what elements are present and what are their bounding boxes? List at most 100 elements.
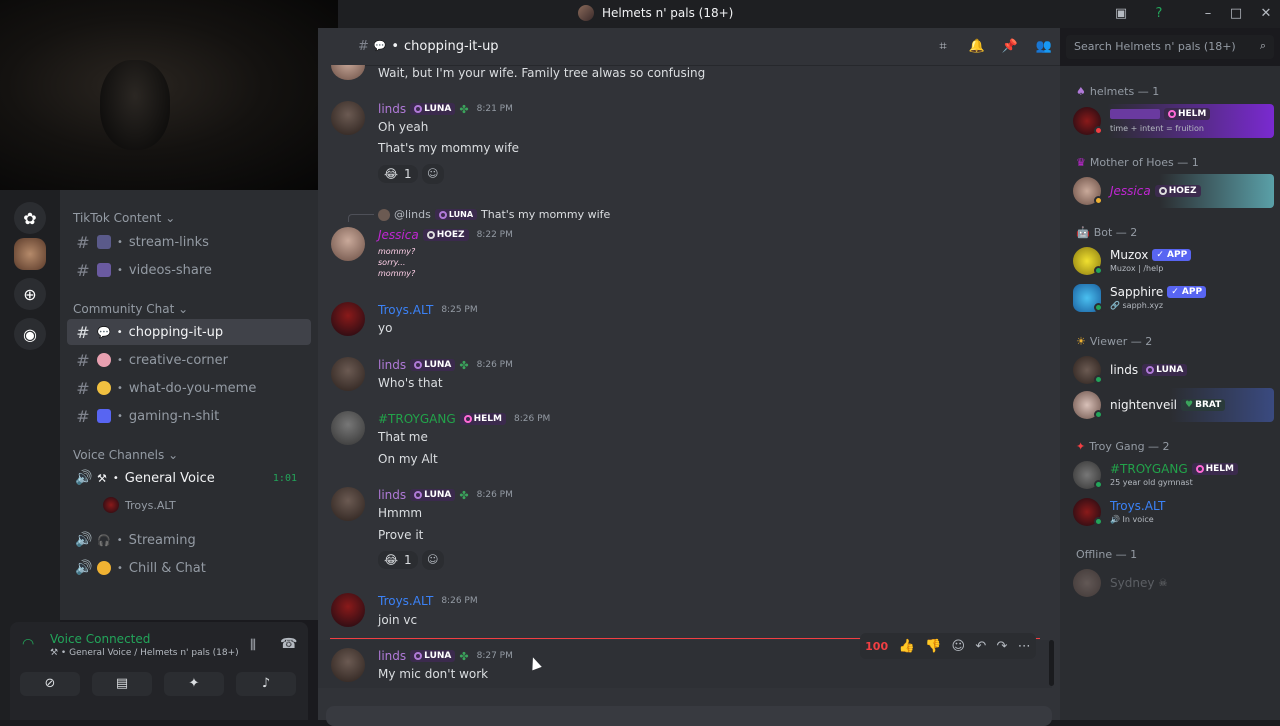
members-icon[interactable]: 👥 <box>1035 39 1053 55</box>
voice-channel-streaming[interactable]: 🔊 🎧 • Streaming <box>67 527 311 553</box>
role-badge: LUNA <box>410 103 456 115</box>
channel-stream-links[interactable]: # • stream-links <box>67 229 311 255</box>
app-badge: ✓ APP <box>1167 286 1207 298</box>
chat-scrollbar[interactable] <box>1049 640 1054 686</box>
role-badge: LUNA <box>410 650 456 662</box>
member-row[interactable]: Jessica HOEZ <box>1066 174 1274 208</box>
author-name[interactable]: linds <box>378 102 406 116</box>
author-name[interactable]: Troys.ALT <box>378 594 433 608</box>
hundred-emoji-icon[interactable]: 100 <box>865 640 888 653</box>
member-row[interactable]: #TROYGANG HELM 25 year old gymnast <box>1066 458 1274 492</box>
bell-icon[interactable]: 🔔 <box>968 39 986 55</box>
message-text: That's my mommy wife <box>378 141 520 155</box>
message-input[interactable] <box>326 706 1052 726</box>
member-status-text: 🔊 In voice <box>1110 515 1154 524</box>
member-row[interactable]: Troys.ALT 🔊 In voice <box>1066 495 1274 529</box>
member-row[interactable]: Sydney ☠ <box>1066 566 1274 600</box>
laughing-emoji-icon: 😂 <box>384 553 399 567</box>
avatar[interactable] <box>331 302 365 336</box>
message-header: #TROYGANG HELM 8:26 PM <box>378 412 550 426</box>
channel-videos-share[interactable]: # • videos-share <box>67 257 311 283</box>
member-row[interactable]: Sapphire ✓ APP 🔗 sapph.xyz <box>1066 281 1274 315</box>
speech-bubble-icon: 💬 <box>373 41 387 52</box>
member-row[interactable]: Muzox ✓ APP Muzox | /help <box>1066 244 1274 278</box>
clover-icon: ✤ <box>459 102 469 116</box>
category-voice[interactable]: Voice Channels ⌄ <box>73 448 178 462</box>
screenshare-button[interactable]: ▤ <box>92 672 152 696</box>
avatar[interactable] <box>331 101 365 135</box>
author-name[interactable]: Jessica <box>378 228 419 242</box>
avatar[interactable] <box>331 227 365 261</box>
avatar[interactable] <box>331 593 365 627</box>
disconnect-icon[interactable]: ☎ <box>280 636 297 652</box>
voice-channel-chill[interactable]: 🔊 • Chill & Chat <box>67 555 311 581</box>
soundboard-button[interactable]: ♪ <box>236 672 296 696</box>
reaction-laugh[interactable]: 😂 1 <box>378 165 418 183</box>
category-community[interactable]: Community Chat ⌄ <box>73 302 188 316</box>
sun-icon: ☀ <box>1076 335 1086 348</box>
add-reaction-icon[interactable]: ☺ <box>951 639 965 654</box>
member-row[interactable]: HELM time + intent = fruition <box>1066 104 1274 138</box>
voice-status[interactable]: Voice Connected <box>50 632 150 646</box>
threads-icon[interactable]: ⌗ <box>934 39 952 55</box>
voice-channel-general[interactable]: 🔊 ⚒ • General Voice 1:01 <box>67 465 311 491</box>
avatar[interactable] <box>331 357 365 391</box>
reply-icon[interactable]: ↶ <box>975 639 986 654</box>
channel-label: Streaming <box>128 532 196 548</box>
minimize-icon[interactable]: – <box>1200 6 1216 22</box>
reaction-laugh[interactable]: 😂 1 <box>378 551 418 569</box>
forward-icon[interactable]: ↷ <box>997 639 1008 654</box>
more-icon[interactable]: ⋯ <box>1018 639 1031 654</box>
status-online-icon <box>1094 266 1103 275</box>
channel-creative-corner[interactable]: # • creative-corner <box>67 347 311 373</box>
avatar[interactable] <box>331 411 365 445</box>
author-name[interactable]: linds <box>378 649 406 663</box>
thumbs-down-icon[interactable]: 👎 <box>925 639 941 654</box>
voice-connected-panel: ◠ Voice Connected ⚒ • General Voice / He… <box>10 622 308 720</box>
thumbs-up-icon[interactable]: 👍 <box>898 639 914 654</box>
voice-member[interactable]: Troys.ALT <box>67 493 311 517</box>
voice-location[interactable]: ⚒ • General Voice / Helmets n' pals (18+… <box>50 648 239 658</box>
add-reaction-icon[interactable]: ☺ <box>421 550 444 570</box>
explore-icon[interactable]: ◉ <box>14 318 46 350</box>
pin-icon[interactable]: 📌 <box>1001 39 1019 55</box>
discord-logo-icon[interactable]: ✿ <box>14 202 46 234</box>
avatar[interactable] <box>331 648 365 682</box>
server-avatar-icon[interactable] <box>14 238 46 270</box>
search-icon: ⌕ <box>1259 39 1266 52</box>
member-row[interactable]: linds LUNA <box>1066 353 1274 387</box>
inbox-icon[interactable]: ▣ <box>1113 6 1129 22</box>
activities-button[interactable]: ✦ <box>164 672 224 696</box>
channel-label: stream-links <box>128 234 209 250</box>
avatar[interactable] <box>331 487 365 521</box>
camera-off-button[interactable]: ⊘ <box>20 672 80 696</box>
channel-gaming-n-shit[interactable]: # • gaming-n-shit <box>67 403 311 429</box>
message-header: Troys.ALT 8:25 PM <box>378 303 478 317</box>
status-dnd-icon <box>1094 126 1103 135</box>
speech-bubble-icon: 💬 <box>97 325 111 339</box>
message-text: Prove it <box>378 528 424 542</box>
status-idle-icon <box>1094 196 1103 205</box>
author-name[interactable]: Troys.ALT <box>378 303 433 317</box>
search-input[interactable]: Search Helmets n' pals (18+) ⌕ <box>1066 35 1274 59</box>
category-tiktok[interactable]: TikTok Content ⌄ <box>73 211 175 225</box>
author-name[interactable]: linds <box>378 358 406 372</box>
noise-suppression-icon[interactable]: ⫼ <box>250 638 256 653</box>
maximize-icon[interactable]: □ <box>1228 6 1244 22</box>
close-icon[interactable]: ✕ <box>1258 6 1274 22</box>
author-name[interactable]: #TROYGANG <box>378 412 456 426</box>
member-group-header: ☀ Viewer — 2 <box>1076 335 1153 348</box>
member-row[interactable]: nightenveil ♥ BRAT <box>1066 388 1274 422</box>
channel-what-do-you-meme[interactable]: # • what-do-you-meme <box>67 375 311 401</box>
help-icon[interactable]: ? <box>1151 6 1167 22</box>
channel-chopping-it-up[interactable]: # 💬 • chopping-it-up <box>67 319 311 345</box>
member-group-header: ♛ Mother of Hoes — 1 <box>1076 156 1199 169</box>
clover-icon: ✤ <box>459 358 469 372</box>
clover-icon: ✤ <box>459 488 469 502</box>
member-name: HELM <box>1110 108 1211 120</box>
add-server-icon[interactable]: ⊕ <box>14 278 46 310</box>
author-name[interactable]: linds <box>378 488 406 502</box>
add-reaction-icon[interactable]: ☺ <box>421 164 444 184</box>
reply-preview[interactable]: @linds LUNA That's my mommy wife <box>378 208 610 221</box>
member-status-text: time + intent = fruition <box>1110 124 1204 133</box>
